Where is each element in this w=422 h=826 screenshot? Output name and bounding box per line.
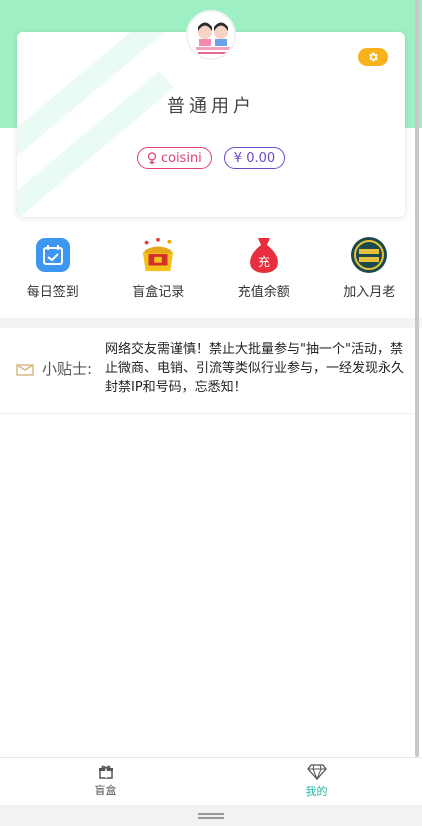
diamond-icon <box>306 764 327 780</box>
calendar-check-icon <box>34 236 72 274</box>
money-bag-icon: 充 <box>245 236 283 274</box>
settings-button[interactable] <box>358 48 388 66</box>
female-icon <box>147 151 156 164</box>
tab-blind-box[interactable]: 盲盒 <box>0 758 211 805</box>
tips-header: 小贴士: <box>0 340 105 397</box>
home-indicator-bar <box>0 805 422 826</box>
tips-section: 小贴士: 网络交友需谨慎！禁止大批量参与"抽一个"活动，禁止微商、电销、引流等类… <box>0 340 414 397</box>
tab-mine[interactable]: 我的 <box>211 758 422 805</box>
svg-text:充: 充 <box>258 254 270 269</box>
profile-tags: coisini ¥ 0.00 <box>17 147 405 169</box>
username-tag: coisini <box>136 147 212 169</box>
tab-label: 我的 <box>305 785 328 798</box>
scrollbar[interactable] <box>415 0 419 757</box>
menu-label: 盲盒记录 <box>132 285 185 300</box>
username: coisini <box>160 150 202 166</box>
menu-item-join-matchmaker[interactable]: 加入月老 <box>317 236 422 300</box>
treasure-box-icon <box>139 236 177 274</box>
matchmaker-badge-icon <box>350 236 388 274</box>
balance-value: ¥ 0.00 <box>233 150 276 166</box>
gift-icon <box>98 765 113 779</box>
menu-label: 加入月老 <box>343 285 396 300</box>
tips-divider <box>0 413 414 414</box>
tips-text: 网络交友需谨慎！禁止大批量参与"抽一个"活动，禁止微商、电销、引流等类似行业参与… <box>105 342 405 395</box>
menu-item-box-records[interactable]: 盲盒记录 <box>106 236 212 300</box>
tips-title: 小贴士: <box>42 360 93 378</box>
menu-label: 充值余额 <box>237 285 290 300</box>
tab-label: 盲盒 <box>94 784 117 797</box>
section-divider <box>0 318 422 328</box>
tab-bar: 盲盒 我的 <box>0 757 422 805</box>
menu-item-recharge[interactable]: 充 充值余额 <box>211 236 317 300</box>
menu-item-daily-checkin[interactable]: 每日签到 <box>0 236 106 300</box>
quick-menu: 每日签到 盲盒记录 充 充值余额 加入月老 <box>0 236 422 300</box>
user-level: 普通用户 <box>167 96 255 117</box>
envelope-icon <box>16 363 34 376</box>
gear-icon <box>369 52 378 62</box>
drag-handle-icon[interactable] <box>198 812 224 819</box>
avatar[interactable] <box>186 10 236 60</box>
balance-tag: ¥ 0.00 <box>223 147 286 169</box>
menu-label: 每日签到 <box>26 285 79 300</box>
